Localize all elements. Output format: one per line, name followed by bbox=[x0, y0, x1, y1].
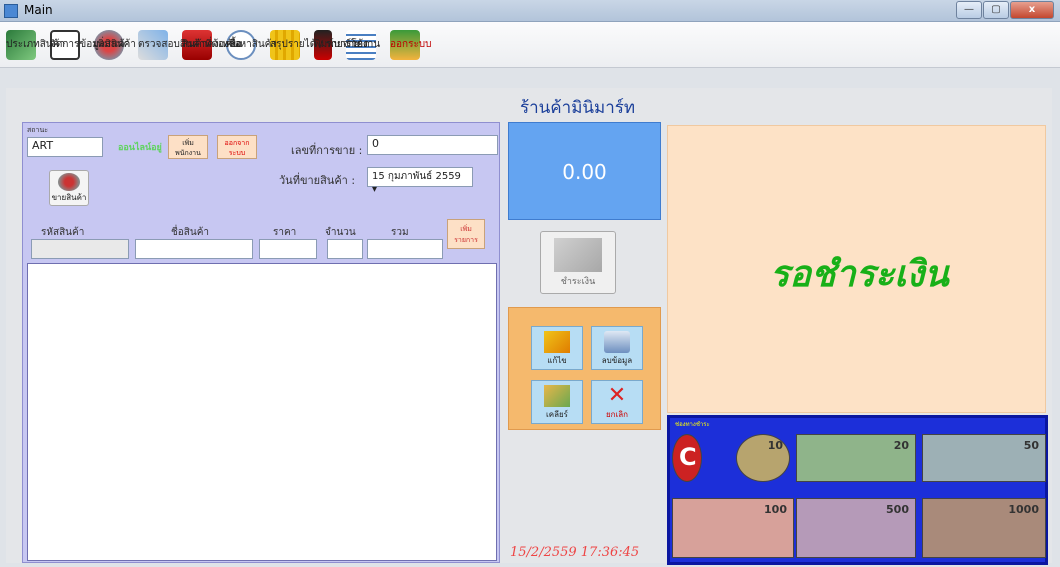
clear-button[interactable]: เคลียร์ bbox=[531, 380, 583, 424]
product-name-input[interactable] bbox=[135, 239, 253, 259]
col-name-header: ชื่อสินค้า bbox=[171, 227, 210, 238]
cash-value-label: C bbox=[679, 443, 697, 471]
toolbar-item-4[interactable]: สินค้าคงเหลือ bbox=[182, 29, 241, 60]
maximize-button[interactable]: ▢ bbox=[983, 1, 1009, 19]
toolbar-item-8[interactable]: รายงาน bbox=[346, 29, 381, 60]
broom-icon bbox=[544, 385, 570, 407]
product-code-input[interactable] bbox=[31, 239, 129, 259]
date-label: วันที่ขายสินค้า : bbox=[279, 174, 356, 187]
window-title: Main bbox=[24, 3, 53, 17]
col-code-header: รหัสสินค้า bbox=[41, 227, 85, 238]
sale-no-field[interactable]: 0 bbox=[367, 135, 498, 155]
shop-title: ร้านค้ามินิมาร์ท bbox=[520, 98, 636, 118]
toolbar-item-label: ออกระบบ bbox=[390, 39, 432, 50]
sale-no-label: เลขที่การขาย : bbox=[291, 144, 363, 157]
cash-panel-label: ช่องทางชำระ bbox=[675, 421, 710, 428]
toolbar-item-3[interactable]: ตรวจสอบสินค้าที่ต้องซื้อ bbox=[138, 29, 242, 60]
cash-panel: ช่องทางชำระ C 10 20 50 100 500 1000 bbox=[667, 415, 1048, 565]
sell-button[interactable]: ขายสินค้า bbox=[49, 170, 89, 206]
toolbar-item-label: เพิ่มสินค้า bbox=[94, 39, 136, 50]
col-price-header: ราคา bbox=[273, 227, 297, 238]
banknote-20-button[interactable]: 20 bbox=[796, 434, 916, 482]
line-total-input[interactable] bbox=[367, 239, 443, 259]
cash-value-label: 500 bbox=[886, 503, 909, 516]
toolbar-item-7[interactable]: พิมพ์บาร์โค้ด bbox=[314, 29, 370, 60]
pencil-icon bbox=[544, 331, 570, 353]
cash-value-label: 20 bbox=[893, 439, 909, 452]
logout-button[interactable]: ออกจาก ระบบ bbox=[217, 135, 257, 159]
col-qty-header: จำนวน bbox=[325, 227, 356, 238]
toolbar-item-1[interactable]: จัดการข้อมูลสินค้า bbox=[50, 29, 130, 60]
user-field[interactable]: ART bbox=[27, 137, 103, 157]
total-display: 0.00 bbox=[508, 122, 661, 220]
cancel-button[interactable]: ✕ ยกเลิก bbox=[591, 380, 643, 424]
cash-value-label: 100 bbox=[764, 503, 787, 516]
quantity-input[interactable] bbox=[327, 239, 363, 259]
close-button[interactable]: x bbox=[1010, 1, 1054, 19]
toolbar-item-label: รายงาน bbox=[346, 39, 381, 50]
app-icon bbox=[4, 4, 18, 18]
add-employee-button[interactable]: เพิ่ม พนักงาน bbox=[168, 135, 208, 159]
cancel-x-icon: ✕ bbox=[607, 383, 627, 408]
toolbar-item-2[interactable]: เพิ่มสินค้า bbox=[94, 29, 136, 60]
delete-button[interactable]: ลบข้อมูล bbox=[591, 326, 643, 370]
banknote-50-button[interactable]: 50 bbox=[922, 434, 1046, 482]
status-label: สถานะ bbox=[27, 126, 48, 134]
toolbar-item-0[interactable]: ประเภทสินค้า bbox=[6, 29, 65, 60]
pay-button[interactable]: ชำระเงิน bbox=[540, 231, 616, 294]
current-datetime: 15/2/2559 17:36:45 bbox=[510, 545, 640, 560]
toolbar-item-6[interactable]: สรุปรายได้ / รายจ่าย bbox=[270, 29, 360, 60]
banknote-100-button[interactable]: 100 bbox=[672, 498, 794, 558]
sale-panel: สถานะ ART ออนไลน์อยู่ เพิ่ม พนักงาน ออกจ… bbox=[22, 122, 500, 563]
sell-button-label: ขายสินค้า bbox=[51, 193, 87, 202]
trash-icon bbox=[604, 331, 630, 353]
pay-button-label: ชำระเงิน bbox=[560, 277, 596, 287]
banknote-1000-button[interactable]: 1000 bbox=[922, 498, 1046, 558]
price-input[interactable] bbox=[259, 239, 317, 259]
cash-value-label: 50 bbox=[1023, 439, 1039, 452]
clear-cash-button[interactable]: C bbox=[672, 434, 702, 482]
col-total-header: รวม bbox=[391, 227, 409, 238]
coin-10-button[interactable]: 10 bbox=[736, 434, 790, 482]
action-panel: แก้ไข ลบข้อมูล เคลียร์ ✕ ยกเลิก bbox=[508, 307, 661, 430]
cash-icon bbox=[554, 238, 602, 272]
minimize-button[interactable]: — bbox=[956, 1, 982, 19]
title-bar: Main — ▢ x bbox=[0, 0, 1060, 22]
toolbar-item-5[interactable]: ค้นหาสินค้า bbox=[226, 29, 277, 60]
main-toolbar: ประเภทสินค้า จัดการข้อมูลสินค้า เพิ่มสินค้… bbox=[0, 22, 1060, 68]
sale-items-list[interactable] bbox=[27, 263, 497, 561]
edit-button[interactable]: แก้ไข bbox=[531, 326, 583, 370]
cart-icon bbox=[58, 173, 80, 191]
cash-value-label: 1000 bbox=[1008, 503, 1039, 516]
banknote-500-button[interactable]: 500 bbox=[796, 498, 916, 558]
add-item-button[interactable]: เพิ่ม รายการ bbox=[447, 219, 485, 249]
toolbar-item-9[interactable]: ออกระบบ bbox=[390, 29, 432, 60]
date-picker[interactable]: 15 กุมภาพันธ์ 2559 ▾ bbox=[367, 167, 473, 195]
cash-value-label: 10 bbox=[767, 439, 783, 452]
online-status: ออนไลน์อยู่ bbox=[118, 143, 162, 153]
waiting-payment-text: รอชำระเงิน bbox=[770, 253, 949, 295]
